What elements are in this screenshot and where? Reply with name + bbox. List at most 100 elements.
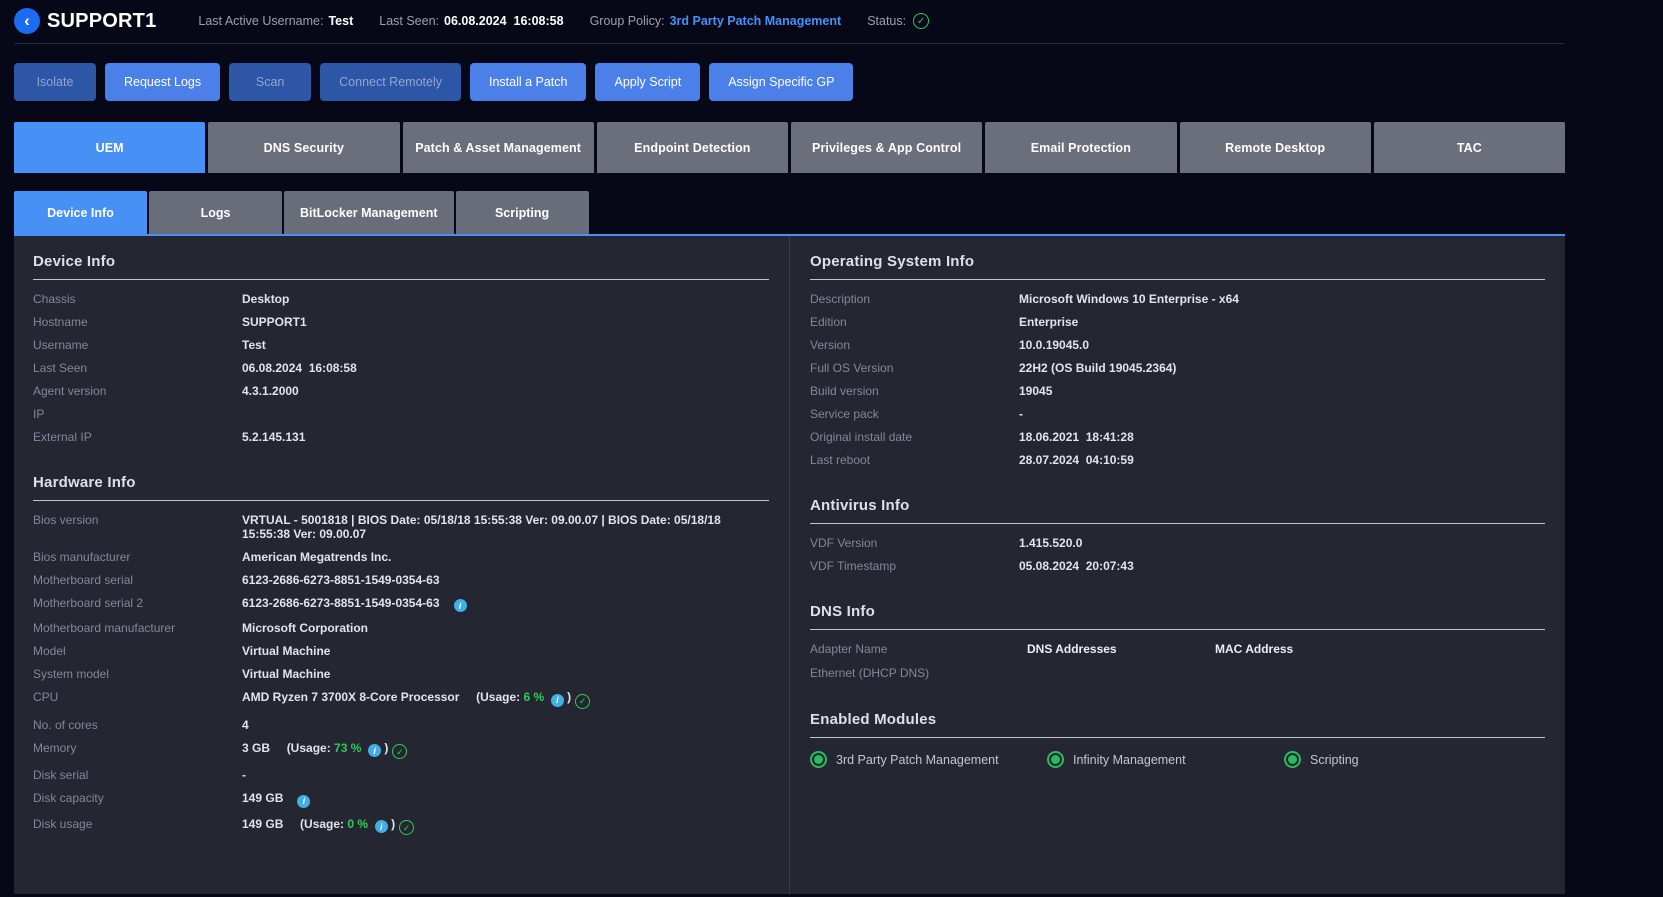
main-tab[interactable]: DNS Security (208, 122, 400, 173)
module-label: Scripting (1310, 752, 1359, 767)
info-row: System model Virtual Machine (Usage: i )… (33, 663, 769, 686)
sub-tab[interactable]: Scripting (455, 191, 589, 234)
sub-tab[interactable]: BitLocker Management (284, 191, 454, 234)
row-value-text: 5.2.145.131 (242, 429, 306, 444)
row-value: 5.2.145.131 (242, 430, 769, 444)
dns-col-dns-addresses: DNS Addresses (1027, 641, 1117, 656)
info-row: Model Virtual Machine (Usage: i )i✓ (33, 640, 769, 663)
antivirus-info-rows: VDF Version 1.415.520.0 VDF Timestamp 05… (810, 531, 1545, 577)
main-tab[interactable]: Privileges & App Control (791, 122, 983, 173)
row-value-text: 06.08.2024 16:08:58 (242, 360, 357, 375)
action-button[interactable]: Connect Remotely (320, 63, 461, 101)
dns-col-mac-address: MAC Address (1215, 641, 1294, 656)
row-label: VDF Timestamp (810, 558, 897, 573)
row-value: Virtual Machine (Usage: i )i✓ (242, 644, 769, 658)
row-value: American Megatrends Inc. (Usage: i )i✓ (242, 550, 769, 564)
main-tab[interactable]: Patch & Asset Management (402, 122, 594, 173)
main-tab[interactable]: TAC (1373, 122, 1565, 173)
main-tab[interactable]: Remote Desktop (1179, 122, 1371, 173)
meta-last-active-username: Last Active Username: Test (198, 14, 353, 28)
info-row: Chassis Desktop (33, 287, 769, 310)
row-value-text: 149 GB (242, 791, 284, 805)
row-value-text: 6123-2686-6273-8851-1549-0354-63 (242, 595, 440, 610)
info-row: Original install date 18.06.2021 18:41:2… (810, 425, 1545, 448)
meta-status: Status: ✓ (867, 13, 930, 29)
row-value: Enterprise (1019, 315, 1545, 329)
row-value-text: Virtual Machine (242, 667, 331, 681)
group-policy-link[interactable]: 3rd Party Patch Management (670, 14, 842, 28)
row-value: 6123-2686-6273-8851-1549-0354-63 (Usage:… (242, 573, 769, 587)
row-value: Test (242, 338, 769, 352)
module-label: Infinity Management (1073, 752, 1186, 767)
main-tab[interactable]: Endpoint Detection (596, 122, 788, 173)
content-area: Device Info Chassis Desktop Hostname SUP… (14, 236, 1565, 894)
row-label: External IP (33, 429, 92, 444)
module-enabled-dot (814, 755, 823, 764)
row-value-text: 22H2 (OS Build 19045.2364) (1019, 360, 1177, 375)
usage-close-paren: ) (391, 816, 396, 831)
meta-group-policy: Group Policy: 3rd Party Patch Management (590, 14, 842, 28)
info-icon[interactable]: i (453, 599, 467, 612)
row-label: Username (33, 337, 89, 352)
sub-tab[interactable]: Logs (149, 191, 282, 234)
section-title: Antivirus Info (810, 497, 1545, 524)
row-value-text: American Megatrends Inc. (242, 549, 392, 564)
main-tab[interactable]: Email Protection (985, 122, 1177, 173)
row-value: 3 GB (Usage: 73 % i )i ✓ (242, 740, 769, 759)
usage-label: (Usage: (286, 740, 331, 755)
row-value: Desktop (242, 292, 769, 306)
row-label: Model (33, 644, 66, 658)
top-header: ‹ SUPPORT1 Last Active Username: Test La… (14, 0, 1565, 37)
row-label: Service pack (810, 406, 879, 421)
info-icon[interactable]: i (550, 693, 564, 707)
info-row: Disk capacity 149 GB (Usage: i )i✓ (33, 787, 769, 813)
sub-tab[interactable]: Device Info (14, 191, 147, 234)
module-enabled-dot (1288, 755, 1297, 764)
info-row: Last reboot 28.07.2024 04:10:59 (810, 448, 1545, 471)
row-value: 149 GB (Usage: 0 % i )i ✓ (242, 816, 769, 835)
enabled-module-item: Infinity Management (1047, 751, 1284, 768)
row-value-text: Desktop (242, 291, 290, 306)
row-value: Microsoft Windows 10 Enterprise - x64 (1019, 292, 1545, 306)
action-button[interactable]: Isolate (14, 63, 96, 101)
row-label: Description (810, 291, 871, 306)
dns-adapter-name: Ethernet (DHCP DNS) (810, 665, 930, 680)
info-row: Build version 19045 (810, 379, 1545, 402)
row-label: Chassis (33, 291, 76, 306)
module-enabled-dot (1051, 755, 1060, 764)
action-button[interactable]: Request Logs (105, 63, 221, 101)
main-tab[interactable]: UEM (14, 122, 206, 173)
row-value: VRTUAL - 5001818 | BIOS Date: 05/18/18 1… (242, 513, 769, 541)
health-check-icon: ✓ (392, 744, 408, 759)
action-button[interactable]: Assign Specific GP (709, 63, 854, 101)
row-label: Last Seen (33, 360, 88, 375)
info-icon[interactable]: i (374, 820, 388, 833)
row-label: Disk capacity (33, 791, 104, 805)
row-label: Last reboot (810, 452, 871, 467)
action-button[interactable]: Apply Script (595, 63, 701, 101)
row-value: Microsoft Corporation (Usage: i )i✓ (242, 621, 769, 635)
section-title: Hardware Info (33, 474, 769, 501)
usage-group: (Usage: 73 % i ) (270, 740, 388, 757)
antivirus-info-section: Antivirus Info VDF Version 1.415.520.0 V… (810, 497, 1545, 577)
info-icon[interactable]: i (368, 744, 382, 757)
row-label: Edition (810, 314, 847, 329)
device-info-rows: Chassis Desktop Hostname SUPPORT1 Userna… (33, 287, 769, 448)
row-label: Version (810, 337, 851, 352)
row-value: 4 (Usage: i )i✓ (242, 718, 769, 732)
row-label: IP (33, 406, 45, 421)
row-value-text: AMD Ryzen 7 3700X 8-Core Processor (242, 690, 460, 704)
dns-table-header: Adapter Name DNS Addresses MAC Address (810, 637, 1545, 661)
row-value: Virtual Machine (Usage: i )i✓ (242, 667, 769, 681)
action-button[interactable]: Install a Patch (469, 63, 587, 101)
action-button[interactable]: Scan (229, 63, 312, 101)
back-button[interactable]: ‹ (14, 8, 40, 34)
row-label: Full OS Version (810, 360, 894, 375)
info-row: Service pack - (810, 402, 1545, 425)
usage-group: (Usage: 6 % i ) (459, 690, 571, 707)
row-value: 22H2 (OS Build 19045.2364) (1019, 361, 1545, 375)
health-check-icon: ✓ (399, 820, 415, 835)
info-row: External IP 5.2.145.131 (33, 425, 769, 448)
enabled-module-item: Scripting (1284, 751, 1359, 768)
info-icon[interactable]: i (297, 794, 311, 808)
